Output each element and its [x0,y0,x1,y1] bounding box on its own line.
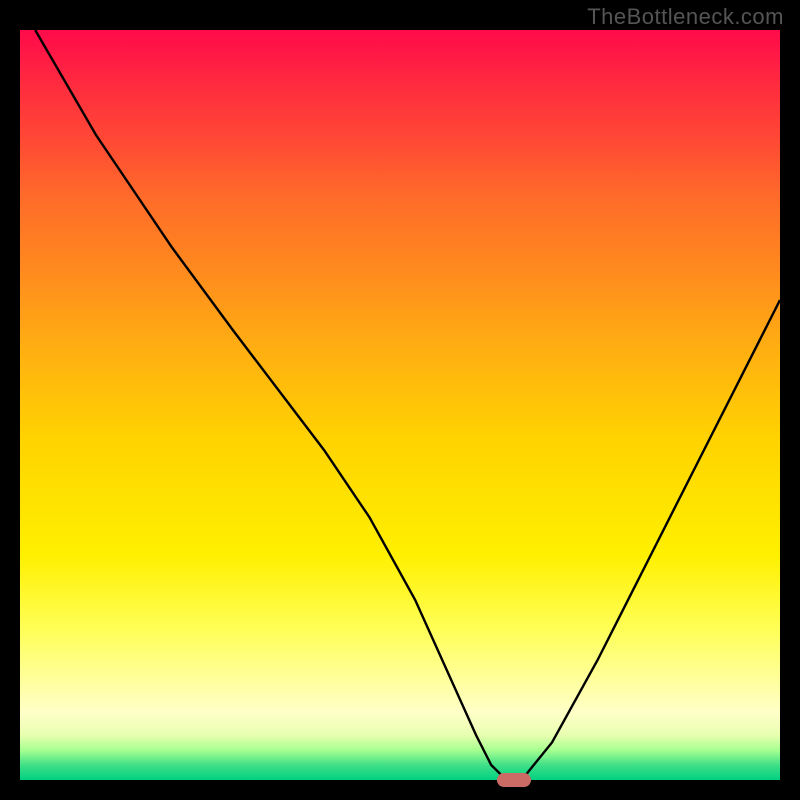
optimal-point-marker [497,773,531,787]
curve-path [35,30,780,780]
plot-area [20,30,780,780]
bottleneck-curve [20,30,780,780]
watermark-text: TheBottleneck.com [587,4,784,30]
chart-frame: TheBottleneck.com [0,0,800,800]
